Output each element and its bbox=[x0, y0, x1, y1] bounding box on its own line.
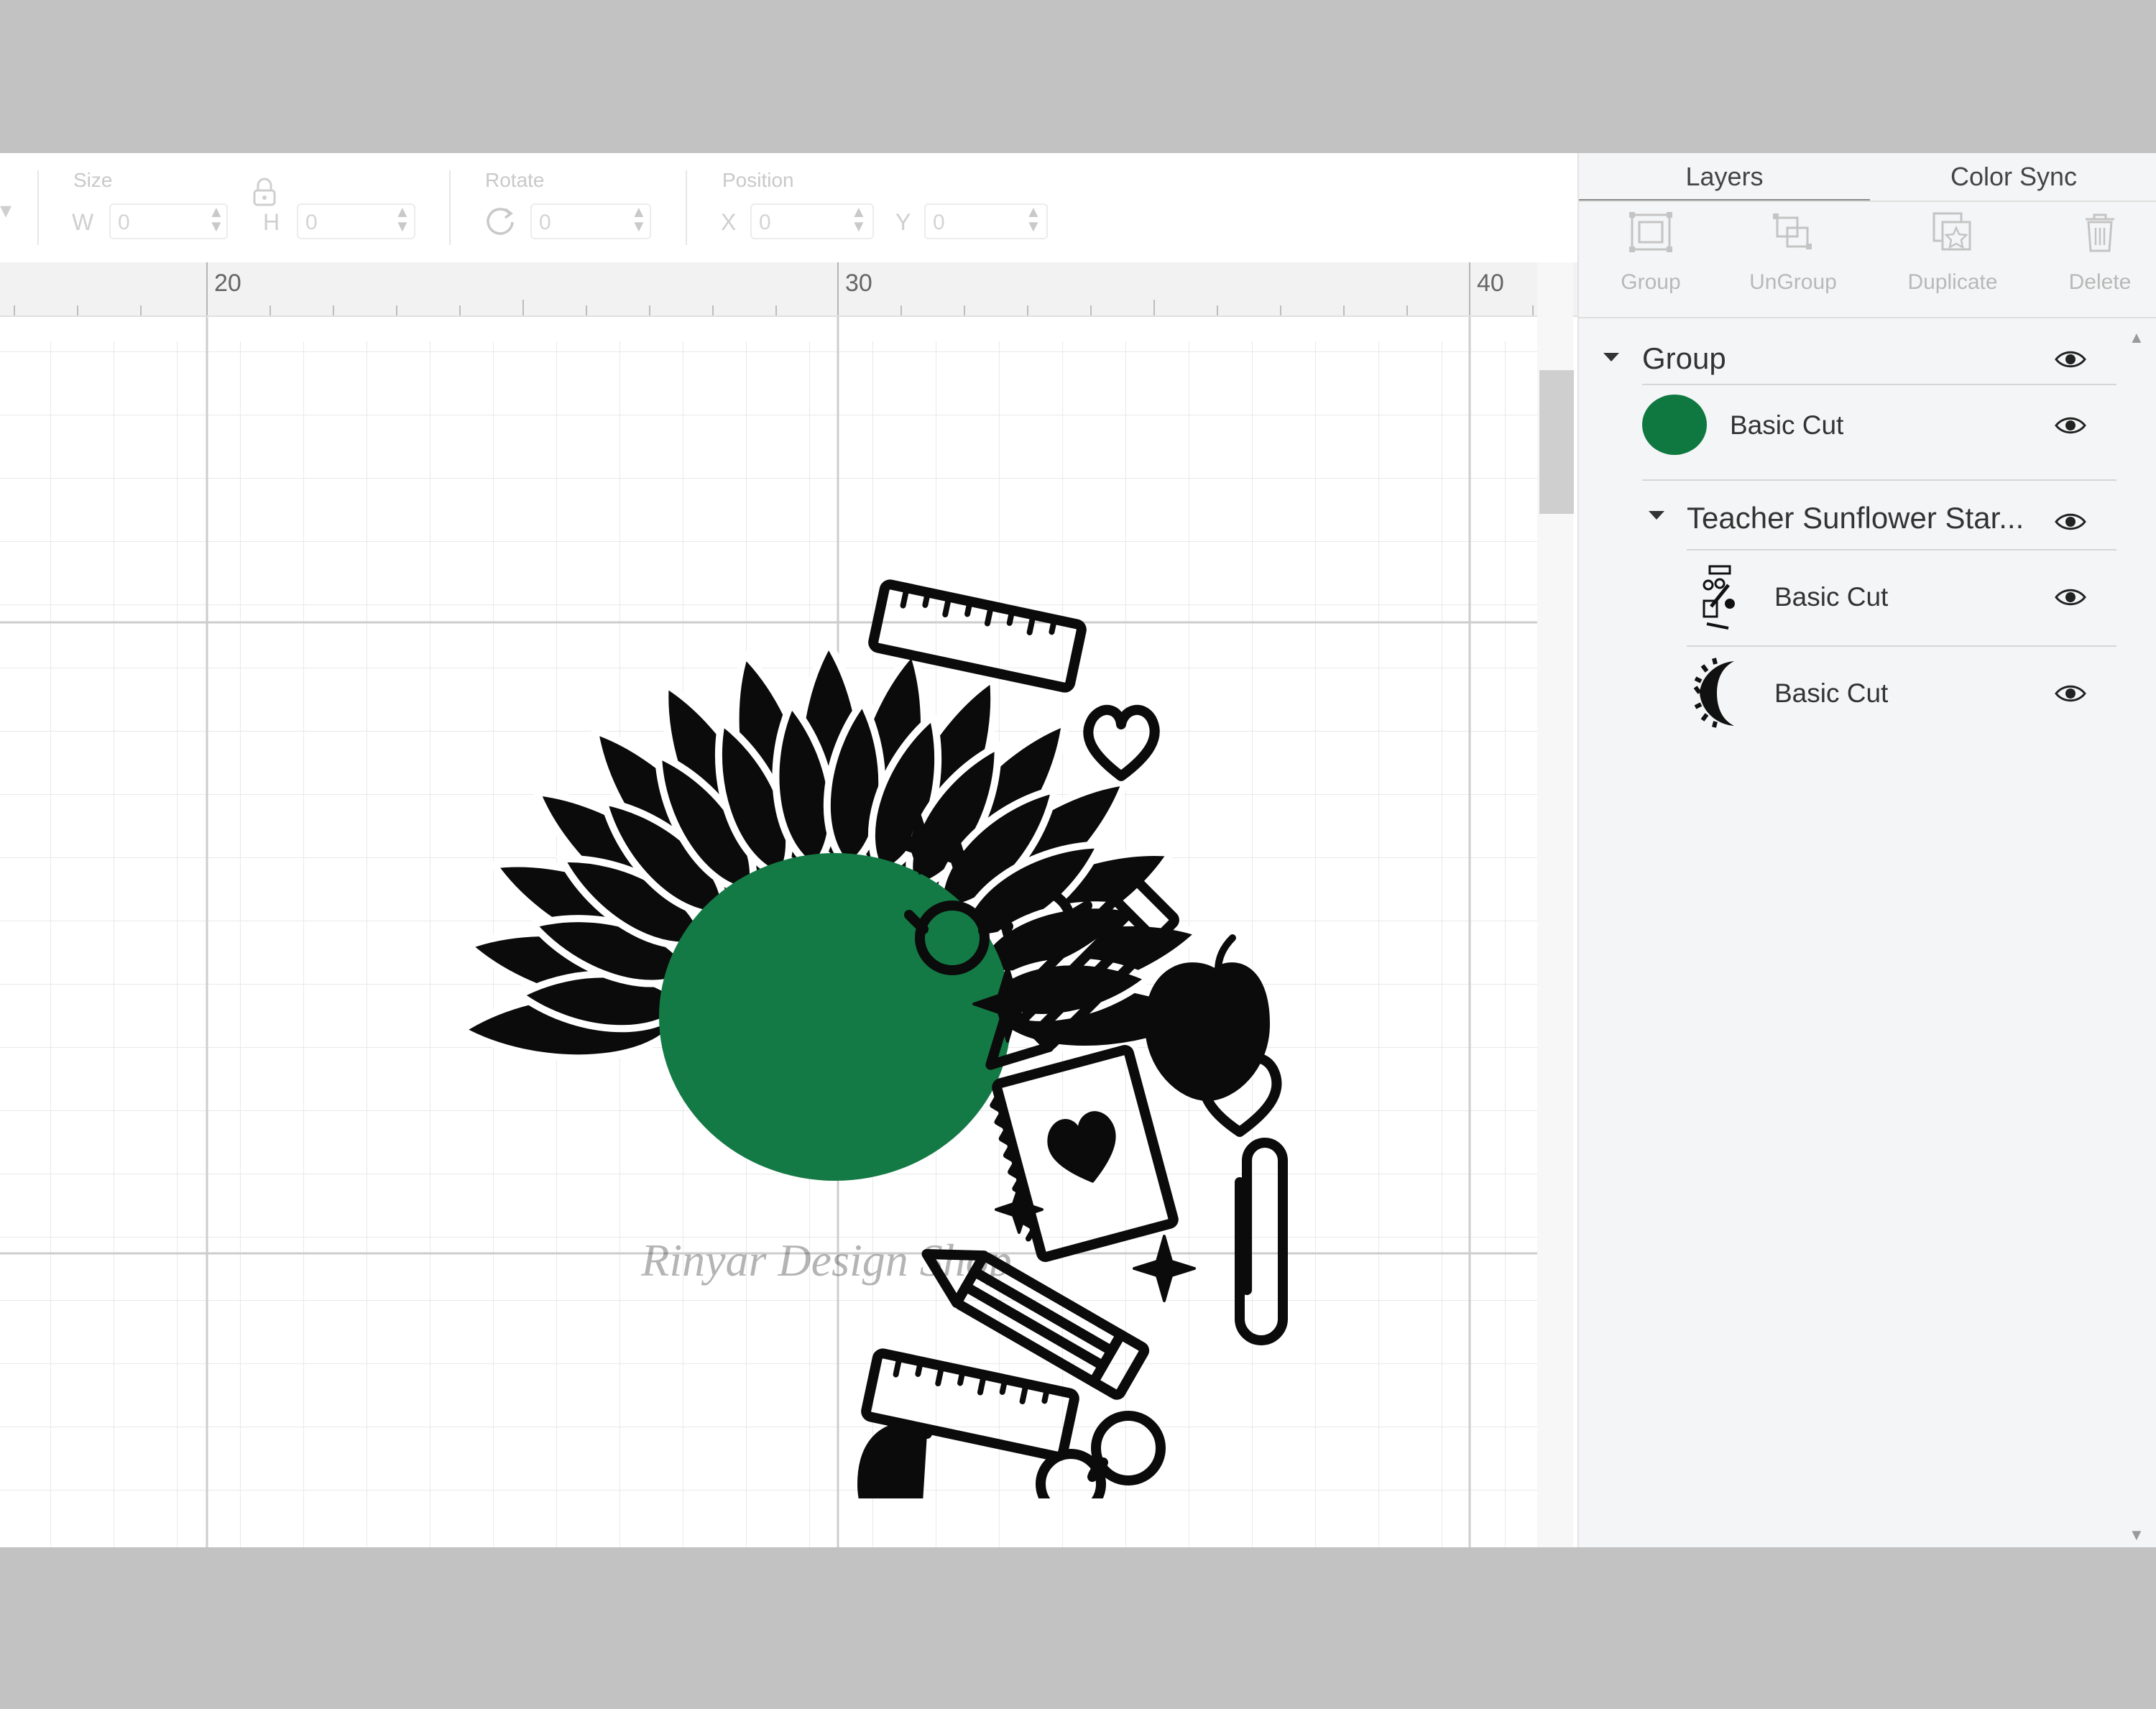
layer-row-basic-cut-circle[interactable]: Basic Cut bbox=[1579, 384, 2156, 465]
group-icon bbox=[1629, 212, 1672, 252]
ruler-mark: 30 bbox=[845, 270, 872, 297]
duplicate-button[interactable]: Duplicate bbox=[1881, 211, 2024, 295]
layer-row-basic-cut-items[interactable]: Basic Cut bbox=[1579, 551, 2156, 644]
height-stepper[interactable]: ▲ ▼ bbox=[395, 204, 410, 234]
paperclip-icon bbox=[1235, 1138, 1288, 1345]
duplicate-icon bbox=[1932, 212, 1971, 251]
ungroup-button[interactable]: UnGroup bbox=[1721, 211, 1865, 295]
layer-name: Group bbox=[1642, 341, 1726, 375]
x-stepper[interactable]: ▲ ▼ bbox=[851, 204, 867, 234]
apple-icon bbox=[857, 1422, 932, 1498]
panel-divider bbox=[1579, 317, 2156, 318]
sunflower-petals-thumb bbox=[1694, 658, 1734, 728]
ruler-mark: 40 bbox=[1477, 270, 1504, 297]
layers-panel: Layers Color Sync Group UnGroup Duplicat… bbox=[1577, 153, 2156, 1547]
design-space-window: ▾ Size W 0 ▲ ▼ H 0 ▲ ▼ Rotate 0 ▲ ▼ Positio… bbox=[0, 153, 2156, 1547]
ruler-mark: 20 bbox=[214, 270, 241, 297]
horizontal-ruler: 20 30 40 bbox=[0, 262, 1577, 317]
y-stepper[interactable]: ▲ ▼ bbox=[1026, 204, 1041, 234]
watermark-text: Rinyar Design Shop bbox=[640, 1235, 1012, 1286]
tab-layers[interactable]: Layers bbox=[1579, 153, 1870, 201]
layer-name: Basic Cut bbox=[1774, 582, 1889, 612]
rotate-icon bbox=[487, 208, 514, 235]
delete-button-label: Delete bbox=[2068, 270, 2132, 294]
layer-row-group[interactable]: Group bbox=[1579, 326, 2156, 390]
notebook-icon bbox=[990, 1045, 1179, 1262]
layer-row-subgroup[interactable]: Teacher Sunflower Star... bbox=[1579, 481, 2156, 550]
visibility-eye-icon[interactable] bbox=[2055, 415, 2086, 436]
toolbar-divider bbox=[686, 170, 687, 245]
width-label: W bbox=[72, 209, 94, 235]
teacher-icons-thumb bbox=[1703, 565, 1735, 630]
group-button[interactable]: Group bbox=[1579, 211, 1723, 295]
design-canvas[interactable]: 20 30 40 Rinyar Design Shop bbox=[0, 262, 1577, 1547]
chevron-down-icon[interactable]: ▾ bbox=[0, 196, 11, 224]
sparkle-icon bbox=[1133, 1235, 1196, 1302]
toolbar-divider bbox=[37, 170, 39, 245]
tabs-divider bbox=[1579, 201, 2156, 202]
canvas-scrollbar-thumb[interactable] bbox=[1539, 370, 1574, 514]
visibility-eye-icon[interactable] bbox=[2055, 511, 2086, 533]
panel-scroll-up-icon[interactable]: ▲ bbox=[2129, 328, 2145, 347]
toolbar-divider bbox=[449, 170, 451, 245]
tab-color-sync[interactable]: Color Sync bbox=[1870, 153, 2156, 201]
caret-down-icon[interactable] bbox=[1647, 510, 1666, 521]
layer-name: Basic Cut bbox=[1730, 410, 1844, 440]
delete-button[interactable]: Delete bbox=[2028, 211, 2156, 295]
lock-icon[interactable] bbox=[252, 178, 277, 206]
size-label: Size bbox=[73, 169, 113, 191]
panel-scroll-down-icon[interactable]: ▼ bbox=[2129, 1526, 2145, 1544]
layer-color-swatch bbox=[1642, 395, 1707, 455]
ungroup-icon bbox=[1773, 213, 1812, 249]
caret-down-icon[interactable] bbox=[1602, 351, 1621, 363]
heart-icon bbox=[1083, 704, 1160, 781]
rotate-stepper[interactable]: ▲ ▼ bbox=[631, 204, 647, 234]
y-label: Y bbox=[895, 209, 911, 235]
sunflower-design[interactable]: Rinyar Design Shop bbox=[323, 535, 1365, 1498]
height-label: H bbox=[263, 209, 280, 235]
trash-icon bbox=[2086, 213, 2114, 252]
edit-toolbar: ▾ Size W 0 ▲ ▼ H 0 ▲ ▼ Rotate 0 ▲ ▼ Positio… bbox=[0, 153, 1577, 264]
layer-name: Teacher Sunflower Star... bbox=[1687, 501, 2024, 535]
layer-row-basic-cut-petals[interactable]: Basic Cut bbox=[1579, 647, 2156, 740]
group-button-label: Group bbox=[1621, 270, 1681, 294]
x-label: X bbox=[721, 209, 737, 235]
layer-name: Basic Cut bbox=[1774, 678, 1889, 708]
duplicate-button-label: Duplicate bbox=[1907, 270, 1998, 294]
ungroup-button-label: UnGroup bbox=[1749, 270, 1837, 294]
position-label: Position bbox=[722, 169, 794, 191]
glasses-icon bbox=[1036, 1411, 1166, 1498]
visibility-eye-icon[interactable] bbox=[2055, 586, 2086, 608]
width-stepper[interactable]: ▲ ▼ bbox=[208, 204, 224, 234]
visibility-eye-icon[interactable] bbox=[2055, 683, 2086, 704]
rotate-label: Rotate bbox=[485, 169, 545, 191]
visibility-eye-icon[interactable] bbox=[2055, 349, 2086, 370]
